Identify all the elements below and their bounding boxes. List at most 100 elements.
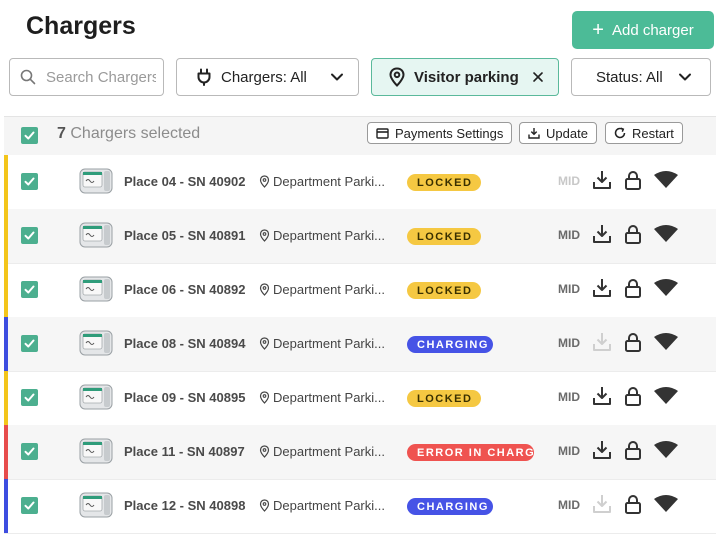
close-icon[interactable] [532, 71, 544, 83]
location-pin-icon [259, 499, 270, 512]
download-icon[interactable] [591, 439, 613, 461]
row-checkbox[interactable] [21, 497, 38, 514]
add-charger-button[interactable]: + Add charger [572, 11, 714, 49]
status-filter-dropdown[interactable]: Status: All [571, 58, 711, 96]
charger-name[interactable]: Place 06 - SN 40892 [124, 282, 245, 297]
download-icon[interactable] [591, 277, 613, 299]
location-text: Department Parki... [273, 390, 385, 405]
mid-label: MID [558, 336, 580, 350]
wifi-icon [654, 333, 678, 350]
status-text: CHARGING [417, 338, 489, 351]
download-icon[interactable] [591, 169, 613, 191]
status-indicator-bar [4, 425, 8, 479]
chevron-down-icon [679, 73, 691, 81]
location-text: Department Parki... [273, 174, 385, 189]
check-icon [24, 501, 35, 510]
download-icon[interactable] [591, 223, 613, 245]
wifi-icon [654, 225, 678, 242]
wifi-icon [654, 279, 678, 296]
charger-row[interactable]: Place 08 - SN 40894 Department Parki... … [4, 317, 716, 372]
credit-card-icon [376, 127, 389, 139]
row-checkbox[interactable] [21, 227, 38, 244]
charger-name[interactable]: Place 09 - SN 40895 [124, 390, 245, 405]
payments-settings-button[interactable]: Payments Settings [367, 122, 513, 144]
status-indicator-bar [4, 371, 8, 425]
charger-device-icon [79, 168, 113, 194]
status-text: LOCKED [417, 230, 473, 243]
status-indicator-bar [4, 209, 8, 263]
chargers-filter-label: Chargers: All [221, 68, 307, 86]
charger-location: Department Parki... [259, 444, 385, 459]
refresh-icon [614, 127, 626, 139]
charger-location: Department Parki... [259, 336, 385, 351]
search-input[interactable] [44, 67, 158, 87]
status-badge: LOCKED [407, 390, 481, 407]
check-icon [24, 339, 35, 348]
status-text: LOCKED [417, 176, 473, 189]
charger-row[interactable]: Place 09 - SN 40895 Department Parki... … [4, 371, 716, 426]
row-checkbox[interactable] [21, 389, 38, 406]
lock-icon[interactable] [622, 439, 644, 461]
lock-icon[interactable] [622, 331, 644, 353]
location-pin-icon [259, 337, 270, 350]
download-icon[interactable] [591, 493, 613, 515]
charger-row[interactable]: Place 11 - SN 40897 Department Parki... … [4, 425, 716, 480]
mid-label: MID [558, 228, 580, 242]
update-button[interactable]: Update [519, 122, 597, 144]
location-pin-icon [259, 175, 270, 188]
chargers-filter-dropdown[interactable]: Chargers: All [176, 58, 359, 96]
location-pin-icon [259, 283, 270, 296]
charger-name[interactable]: Place 11 - SN 40897 [124, 444, 245, 459]
row-checkbox[interactable] [21, 335, 38, 352]
row-checkbox[interactable] [21, 173, 38, 190]
status-badge: ERROR IN CHARGER [407, 444, 534, 461]
lock-icon[interactable] [622, 385, 644, 407]
charger-location: Department Parki... [259, 228, 385, 243]
download-icon[interactable] [591, 385, 613, 407]
charger-name[interactable]: Place 08 - SN 40894 [124, 336, 245, 351]
page-title: Chargers [26, 12, 136, 40]
status-text: CHARGING [417, 500, 489, 513]
status-text: ERROR IN CHARGER [417, 446, 534, 459]
lock-icon[interactable] [622, 223, 644, 245]
lock-icon[interactable] [622, 277, 644, 299]
restart-button[interactable]: Restart [605, 122, 683, 144]
plug-icon [197, 68, 211, 86]
location-text: Department Parki... [273, 228, 385, 243]
row-checkbox[interactable] [21, 443, 38, 460]
chevron-down-icon [331, 73, 343, 81]
location-pin-icon [389, 67, 405, 87]
status-text: LOCKED [417, 392, 473, 405]
select-all-checkbox[interactable] [21, 127, 38, 144]
search-box[interactable] [9, 58, 164, 96]
selection-header: 7 Chargers selected Payments Settings Up… [4, 116, 716, 155]
charger-name[interactable]: Place 12 - SN 40898 [124, 498, 245, 513]
status-badge: LOCKED [407, 174, 481, 191]
charger-row[interactable]: Place 04 - SN 40902 Department Parki... … [4, 155, 716, 210]
status-badge: LOCKED [407, 228, 481, 245]
status-indicator-bar [4, 317, 8, 371]
charger-row[interactable]: Place 05 - SN 40891 Department Parki... … [4, 209, 716, 264]
row-checkbox[interactable] [21, 281, 38, 298]
add-charger-label: Add charger [611, 21, 694, 39]
charger-device-icon [79, 330, 113, 356]
location-text: Department Parki... [273, 498, 385, 513]
status-indicator-bar [4, 479, 8, 533]
charger-location: Department Parki... [259, 282, 385, 297]
wifi-icon [654, 171, 678, 188]
charger-device-icon [79, 492, 113, 518]
lock-icon[interactable] [622, 493, 644, 515]
check-icon [24, 393, 35, 402]
location-text: Department Parki... [273, 282, 385, 297]
charger-row[interactable]: Place 06 - SN 40892 Department Parki... … [4, 263, 716, 318]
charger-row[interactable]: Place 12 - SN 40898 Department Parki... … [4, 479, 716, 534]
lock-icon[interactable] [622, 169, 644, 191]
charger-location: Department Parki... [259, 174, 385, 189]
location-filter-chip[interactable]: Visitor parking [371, 58, 559, 96]
charger-name[interactable]: Place 05 - SN 40891 [124, 228, 245, 243]
download-icon[interactable] [591, 331, 613, 353]
check-icon [24, 447, 35, 456]
update-label: Update [546, 125, 588, 141]
mid-label: MID [558, 444, 580, 458]
charger-name[interactable]: Place 04 - SN 40902 [124, 174, 245, 189]
